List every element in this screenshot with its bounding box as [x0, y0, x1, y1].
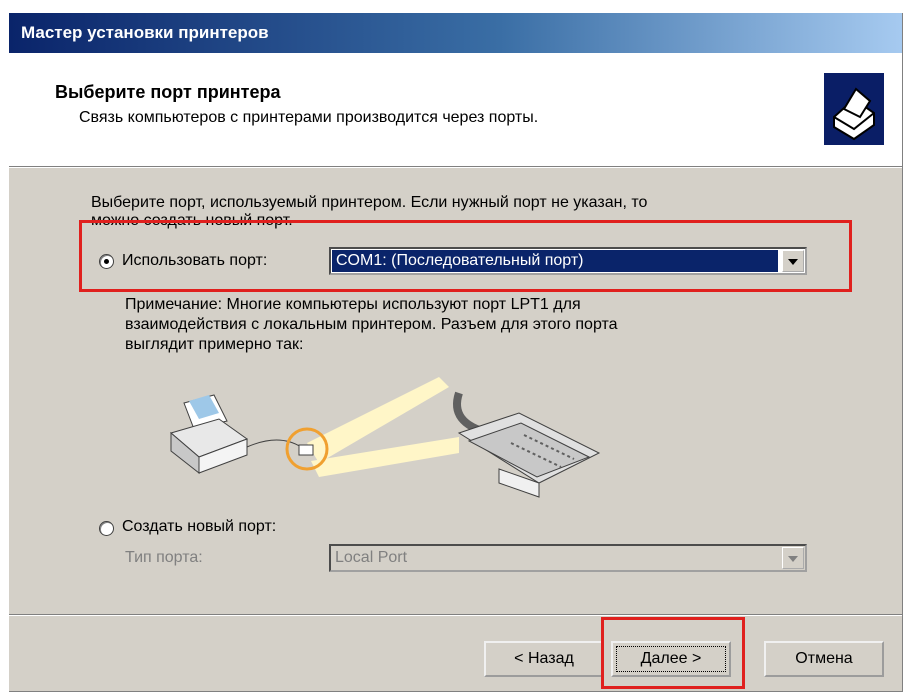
note-line-2: взаимодействия с локальным принтером. Ра…: [125, 316, 618, 333]
page-title: Выберите порт принтера: [55, 82, 281, 102]
note-line-1: Примечание: Многие компьютеры используют…: [125, 296, 581, 313]
window-title: Мастер установки принтеров: [21, 23, 269, 42]
back-button[interactable]: < Назад: [484, 641, 604, 677]
instruction-line-1: Выберите порт, используемый принтером. Е…: [91, 194, 648, 211]
printer-wizard-window: Мастер установки принтеров Выберите порт…: [8, 12, 902, 691]
create-port-radio[interactable]: [99, 521, 114, 536]
printer-icon: [169, 394, 249, 475]
wizard-header: Выберите порт принтера Связь компьютеров…: [9, 53, 902, 166]
lpt-connector-icon: [453, 391, 601, 498]
printer-wizard-icon: [824, 73, 884, 145]
next-button-highlight: [601, 617, 745, 689]
header-separator: [9, 166, 902, 168]
port-type-label: Тип порта:: [125, 549, 203, 566]
note-line-3: выглядит примерно так:: [125, 336, 304, 353]
footer-separator: [9, 614, 902, 616]
create-port-label[interactable]: Создать новый порт:: [122, 518, 276, 536]
chevron-down-icon[interactable]: [782, 547, 804, 569]
page-subtitle: Связь компьютеров с принтерами производи…: [79, 109, 539, 126]
title-bar[interactable]: Мастер установки принтеров: [9, 13, 902, 53]
port-type-select[interactable]: Local Port: [329, 544, 807, 572]
port-type-value: Local Port: [335, 549, 408, 566]
cancel-button[interactable]: Отмена: [764, 641, 884, 677]
lpt-connector-illustration: [159, 373, 619, 513]
use-port-highlight: [79, 220, 852, 292]
